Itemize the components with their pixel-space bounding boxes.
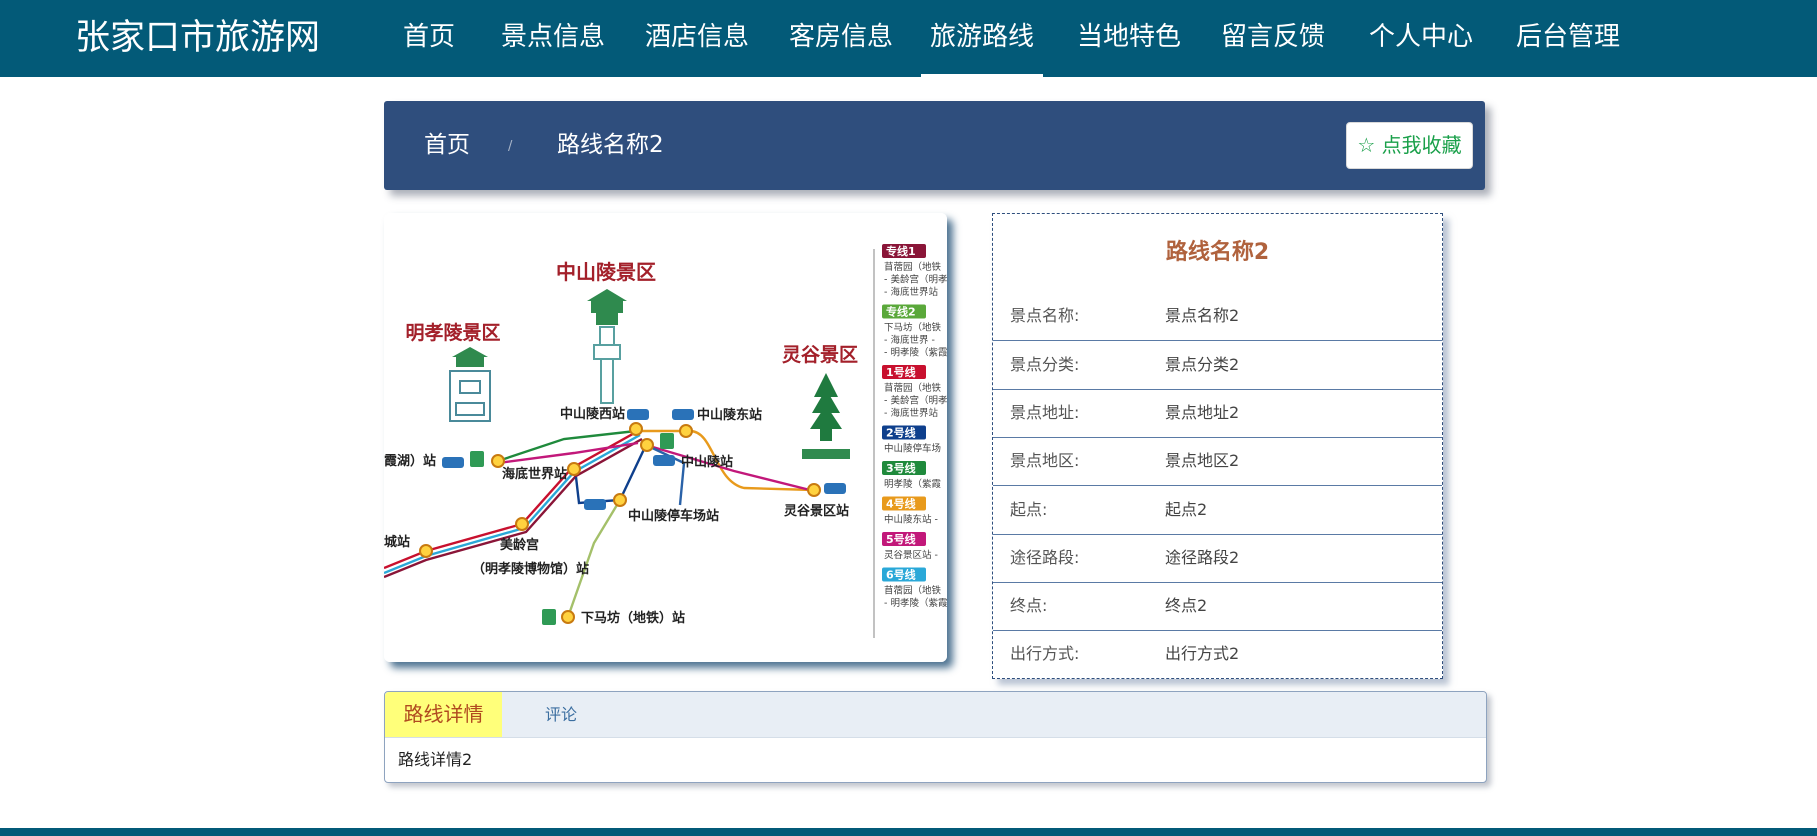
nav-item-admin[interactable]: 后台管理 [1516,0,1620,77]
info-row-attraction-region: 景点地区: 景点地区2 [993,437,1442,486]
station-label-zhongshanling-east: 中山陵东站 [697,407,762,423]
route-info-table: 路线名称2 景点名称: 景点名称2 景点分类: 景点分类2 景点地址: 景点地址… [992,213,1443,679]
breadcrumb-separator: / [508,139,513,154]
legend-line-name: 专线2 [886,305,916,319]
station-label-zixia-lake: 霞湖）站 [384,453,436,469]
tab-bar: 路线详情 评论 [385,692,1486,738]
nav-item-home[interactable]: 首页 [403,0,455,77]
info-value: 终点2 [1165,596,1208,615]
station-label-city: 城站 [384,534,410,550]
info-row-attraction-category: 景点分类: 景点分类2 [993,341,1442,390]
legend-line-stops: 苜蓿园（地铁 [884,585,942,597]
info-value: 景点名称2 [1165,306,1240,325]
info-label: 出行方式: [1010,644,1080,663]
legend-line-stops: 苜蓿园（地铁 [884,382,942,394]
detail-tabs: 路线详情 评论 路线详情2 [384,691,1487,783]
tab-comments[interactable]: 评论 [545,692,577,737]
legend-line-stops: - 美龄宫（明孝 [884,274,947,286]
nav-item-routes[interactable]: 旅游路线 [921,0,1043,77]
legend-line-stops: - 美龄宫（明孝 [884,395,947,407]
info-value: 景点地区2 [1165,451,1240,470]
info-row-travel-mode: 出行方式: 出行方式2 [993,630,1442,678]
breadcrumb: 首页 / 路线名称2 ☆ 点我收藏 [384,101,1485,190]
station-label-mingxiaoling-museum: （明孝陵博物馆）站 [472,561,589,577]
top-nav-bar: 张家口市旅游网 首页 景点信息 酒店信息 客房信息 旅游路线 当地特色 留言反馈… [0,0,1817,77]
legend-line-name: 6号线 [886,568,916,582]
info-row-end: 终点: 终点2 [993,582,1442,631]
legend-line-name: 1号线 [886,365,916,379]
nav-item-local-specialties[interactable]: 当地特色 [1077,0,1181,77]
nav-item-rooms[interactable]: 客房信息 [789,0,893,77]
station-label-zhongshanling: 中山陵站 [681,454,733,470]
legend-line-stops: - 海底世界站 [884,286,938,298]
area-label-linggu: 灵谷景区 [782,344,858,366]
legend-line-stops: 明孝陵（紫霞 [884,478,942,490]
station-label-xiamafang: 下马坊（地铁）站 [581,610,685,626]
info-label: 起点: [1010,500,1048,519]
legend-line-stops: 苜蓿园（地铁 [884,261,942,273]
info-value: 景点分类2 [1165,355,1240,374]
nav-item-attractions[interactable]: 景点信息 [501,0,605,77]
nav-item-hotels[interactable]: 酒店信息 [645,0,749,77]
info-row-start: 起点: 起点2 [993,486,1442,535]
site-title[interactable]: 张家口市旅游网 [75,0,320,77]
footer-strip [0,828,1817,836]
info-label: 景点分类: [1010,355,1080,374]
legend-line-stops: - 明孝陵（紫霞 [884,347,947,359]
nav-item-feedback[interactable]: 留言反馈 [1221,0,1325,77]
info-label: 景点地址: [1010,403,1080,422]
favorite-button[interactable]: ☆ 点我收藏 [1346,122,1473,169]
legend-line-stops: 下马坊（地铁 [884,322,942,334]
station-label-zhongshanling-west: 中山陵西站 [560,406,625,422]
legend-line-stops: - 海底世界 - [884,334,935,346]
breadcrumb-home-link[interactable]: 首页 [424,101,470,190]
info-value: 途径路段2 [1165,548,1240,567]
station-label-haidi-world: 海底世界站 [502,466,567,482]
info-label: 景点名称: [1010,306,1080,325]
station-label-meiling-palace: 美龄宫 [500,537,539,553]
tab-route-details[interactable]: 路线详情 [385,692,502,737]
legend-line-name: 5号线 [886,532,916,546]
legend-line-name: 4号线 [886,497,916,511]
legend-line-name: 3号线 [886,461,916,475]
info-row-attraction-address: 景点地址: 景点地址2 [993,389,1442,438]
info-value: 景点地址2 [1165,403,1240,422]
legend-line-stops: 中山陵东站 - [884,514,938,526]
info-row-via-section: 途径路段: 途径路段2 [993,534,1442,583]
breadcrumb-current: 路线名称2 [557,132,664,158]
info-value: 出行方式2 [1165,644,1240,663]
legend-line-stops: 中山陵停车场 [884,443,941,455]
legend-line-stops: - 海底世界站 [884,407,938,419]
route-map-illustration: 中山陵景区 明孝陵景区 灵谷景区 中山陵西站 中山陵东站 中山陵站 海底世界站 … [384,213,947,662]
legend-line-stops: - 明孝陵（紫霞 [884,597,947,609]
tab-content-text: 路线详情2 [398,750,473,769]
route-map-image: 中山陵景区 明孝陵景区 灵谷景区 中山陵西站 中山陵东站 中山陵站 海底世界站 … [384,213,947,662]
legend-line-stops: 灵谷景区站 - [884,549,938,561]
info-label: 景点地区: [1010,451,1080,470]
legend-line-name: 专线1 [886,244,916,258]
info-value: 起点2 [1165,500,1208,519]
area-label-zhongshanling: 中山陵景区 [556,260,656,284]
area-label-mingxiaoling: 明孝陵景区 [405,321,500,344]
info-label: 终点: [1010,596,1048,615]
station-label-linggu: 灵谷景区站 [784,503,849,519]
nav-item-profile[interactable]: 个人中心 [1369,0,1473,77]
info-label: 途径路段: [1010,548,1080,567]
legend-line-name: 2号线 [886,426,916,440]
info-row-attraction-name: 景点名称: 景点名称2 [993,292,1442,341]
route-title: 路线名称2 [1165,240,1270,265]
station-label-parking: 中山陵停车场站 [628,508,719,524]
